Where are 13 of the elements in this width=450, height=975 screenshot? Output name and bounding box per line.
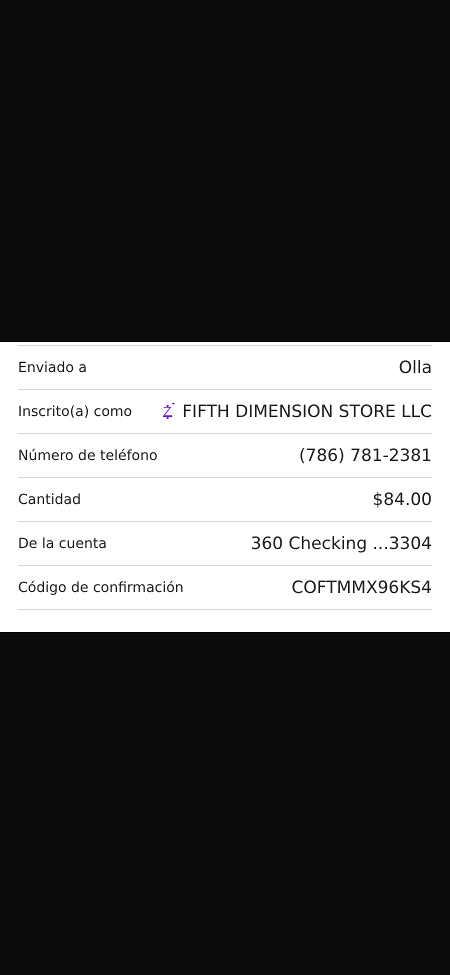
detail-label: De la cuenta xyxy=(18,536,107,552)
detail-value: $84.00 xyxy=(372,490,432,510)
detail-label: Enviado a xyxy=(18,360,87,376)
detail-value: 360 Checking ...3304 xyxy=(250,534,432,554)
detail-value: Olla xyxy=(398,358,432,378)
detail-value: COFTMMX96KS4 xyxy=(292,578,432,598)
detail-label: Inscrito(a) como xyxy=(18,404,132,420)
detail-label: Cantidad xyxy=(18,492,81,508)
detail-value: FIFTH DIMENSION STORE LLC xyxy=(182,402,432,422)
detail-value: (786) 781-2381 xyxy=(299,446,432,466)
detail-label: Código de confirmación xyxy=(18,580,184,596)
detail-label: Número de teléfono xyxy=(18,448,158,464)
z-logo-icon xyxy=(162,403,178,420)
